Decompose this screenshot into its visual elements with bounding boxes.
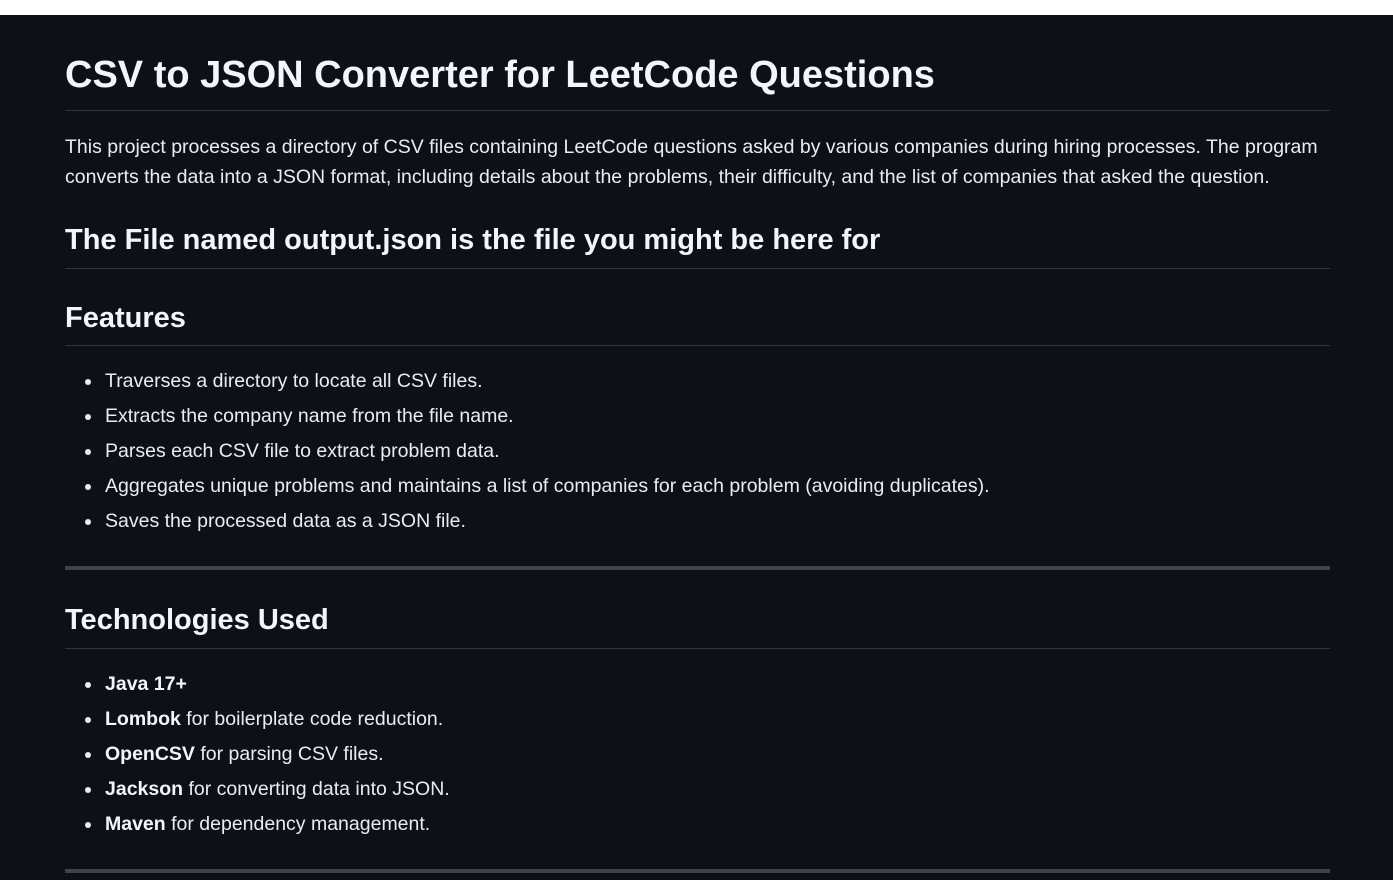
technologies-heading-divider [65, 648, 1330, 649]
list-item: Lombok for boilerplate code reduction. [65, 702, 450, 737]
output-heading: The File named output.json is the file y… [65, 224, 881, 256]
intro-paragraph: This project processes a directory of CS… [65, 136, 1318, 188]
list-item: Saves the processed data as a JSON file. [65, 504, 990, 539]
technologies-list: Java 17+ Lombok for boilerplate code red… [65, 667, 450, 842]
output-heading-divider [65, 268, 1330, 269]
list-item: Parses each CSV file to extract problem … [65, 434, 990, 469]
bullet-icon [85, 752, 91, 758]
bullet-icon [85, 787, 91, 793]
list-item: Traverses a directory to locate all CSV … [65, 364, 990, 399]
bullet-icon [85, 379, 91, 385]
horizontal-rule-bottom [65, 869, 1330, 873]
tech-name: Maven [105, 813, 166, 835]
tech-name: Lombok [105, 708, 181, 730]
bullet-icon [85, 449, 91, 455]
features-heading: Features [65, 302, 186, 334]
tech-name: OpenCSV [105, 743, 195, 765]
tech-desc: for boilerplate code reduction. [180, 708, 444, 730]
tech-desc: for dependency management. [165, 813, 431, 835]
horizontal-rule [65, 566, 1330, 570]
tech-name: Jackson [105, 778, 184, 800]
bullet-icon [85, 717, 91, 723]
bullet-icon [85, 484, 91, 490]
tech-desc: for converting data into JSON. [183, 778, 450, 800]
readme-page: CSV to JSON Converter for LeetCode Quest… [0, 15, 1393, 880]
list-item: Aggregates unique problems and maintains… [65, 469, 990, 504]
list-item: Jackson for converting data into JSON. [65, 772, 450, 807]
list-item: Maven for dependency management. [65, 807, 450, 842]
tech-name: Java 17+ [105, 673, 187, 695]
list-item: Extracts the company name from the file … [65, 399, 990, 434]
bullet-icon [85, 519, 91, 525]
technologies-heading: Technologies Used [65, 604, 329, 636]
bullet-icon [85, 682, 91, 688]
list-item: OpenCSV for parsing CSV files. [65, 737, 450, 772]
bullet-icon [85, 414, 91, 420]
title-divider [65, 110, 1330, 111]
tech-desc: for parsing CSV files. [194, 743, 384, 765]
bullet-icon [85, 822, 91, 828]
features-heading-divider [65, 345, 1330, 346]
page-title: CSV to JSON Converter for LeetCode Quest… [65, 54, 935, 96]
list-item: Java 17+ [65, 667, 450, 702]
features-list: Traverses a directory to locate all CSV … [65, 364, 990, 539]
